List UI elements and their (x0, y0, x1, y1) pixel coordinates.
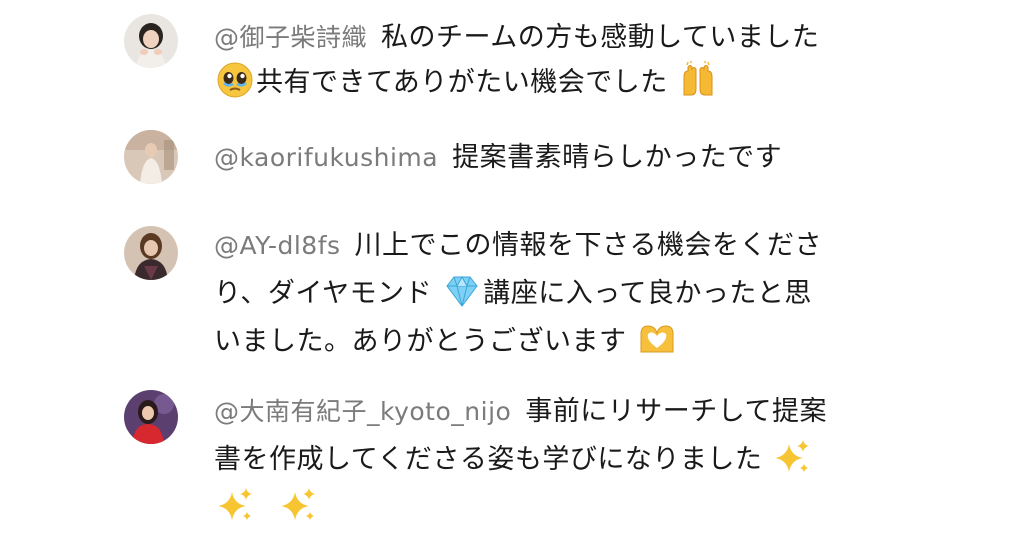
raising-hands-emoji (679, 61, 717, 99)
sparkles-emoji (279, 486, 317, 524)
author-name[interactable]: @御子柴詩織 (214, 23, 367, 52)
message-line: 書を作成してくださる姿も学びになりました (214, 444, 763, 475)
message-line: 私のチームの方も感動していました (381, 22, 820, 53)
live-chat-comments: @御子柴詩織私のチームの方も感動していました 共有できてありがたい機会でした (0, 0, 1024, 546)
message-text: @kaorifukushima 提案書素晴らしかったです (214, 135, 884, 180)
avatar-photo (124, 390, 178, 444)
user-avatar[interactable] (124, 14, 178, 68)
user-avatar[interactable] (124, 130, 178, 184)
author-name[interactable]: @大南有紀子_kyoto_nijo (214, 397, 511, 426)
message-line: 講座に入って良かったと思 (483, 278, 812, 309)
message-text: @大南有紀子_kyoto_nijo 事前にリサーチして提案 書を作成してくださる姿… (214, 388, 884, 532)
author-name[interactable]: @kaorifukushima (214, 143, 438, 172)
message-text: @AY-dl8fs 川上でこの情報を下さる機会をくださ り、ダイヤモンド 講座に入… (214, 222, 884, 366)
message-line: 共有できてありがたい機会でした (256, 67, 668, 98)
message-line: いました。ありがとうございます (214, 326, 627, 357)
heart-hands-emoji (638, 320, 676, 358)
sparkles-emoji (773, 438, 811, 476)
message-line: 川上でこの情報を下さる機会をくださ (354, 230, 823, 261)
avatar-photo (124, 130, 178, 184)
sparkles-emoji (216, 486, 254, 524)
gem-emoji (443, 272, 481, 310)
message-line: 提案書素晴らしかったです (452, 142, 783, 173)
user-avatar[interactable] (124, 390, 178, 444)
message-text: @御子柴詩織 私のチームの方も感動していました 共有できてありがたい機会でした (214, 15, 884, 105)
pleading-face-emoji (216, 61, 254, 99)
avatar-photo (124, 14, 178, 68)
message-line: 事前にリサーチして提案 (525, 396, 828, 427)
author-name[interactable]: @AY-dl8fs (214, 231, 341, 260)
message-line: り、ダイヤモンド (214, 278, 433, 309)
user-avatar[interactable] (124, 226, 178, 280)
avatar-photo (124, 226, 178, 280)
